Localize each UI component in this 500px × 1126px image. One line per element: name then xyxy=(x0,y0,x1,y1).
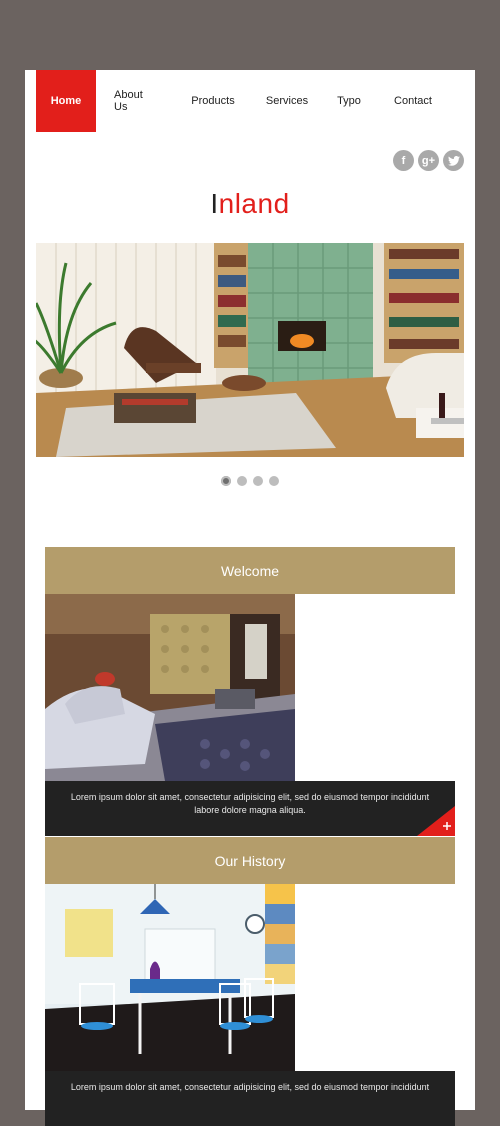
bedroom-photo xyxy=(45,594,295,781)
hero-slider-image xyxy=(36,243,464,457)
site-logo[interactable]: Inland xyxy=(25,188,475,220)
plus-icon[interactable] xyxy=(417,806,455,836)
slider-pagination xyxy=(25,476,475,486)
welcome-caption: Lorem ipsum dolor sit amet, consectetur … xyxy=(45,781,455,836)
slider-dot-3[interactable] xyxy=(253,476,263,486)
section-welcome: Welcome Lorem ipsum dolor sit amet, cons… xyxy=(45,547,455,836)
section-our-history: Our History Lorem ipsum dolor sit amet, … xyxy=(45,837,455,1126)
nav-item-services[interactable]: Services xyxy=(265,70,309,132)
social-links: f g+ xyxy=(393,150,464,171)
section-title: Welcome xyxy=(220,562,280,579)
section-title-bar: Welcome xyxy=(45,547,455,594)
nav-item-about-us[interactable]: About Us xyxy=(114,70,158,132)
slider-dot-1[interactable] xyxy=(221,476,231,486)
dining-room-photo xyxy=(45,884,295,1071)
nav-item-home[interactable]: Home xyxy=(36,70,96,132)
slider-dot-4[interactable] xyxy=(269,476,279,486)
facebook-icon[interactable]: f xyxy=(393,150,414,171)
page-container: Home About Us Products Services Typo Con… xyxy=(25,70,475,1126)
history-caption: Lorem ipsum dolor sit amet, consectetur … xyxy=(45,1071,455,1126)
caption-text: Lorem ipsum dolor sit amet, consectetur … xyxy=(70,792,430,815)
slider-dot-2[interactable] xyxy=(237,476,247,486)
nav-item-products[interactable]: Products xyxy=(191,70,235,132)
logo-first-letter: I xyxy=(210,188,219,219)
history-image xyxy=(45,884,295,1071)
welcome-image xyxy=(45,594,295,781)
nav-item-typo[interactable]: Typo xyxy=(335,70,363,132)
section-title-bar: Our History xyxy=(45,837,455,884)
twitter-icon[interactable] xyxy=(443,150,464,171)
living-room-photo xyxy=(36,243,464,457)
nav-item-contact[interactable]: Contact xyxy=(393,70,433,132)
google-plus-icon[interactable]: g+ xyxy=(418,150,439,171)
section-title: Our History xyxy=(214,852,286,869)
main-nav: Home About Us Products Services Typo Con… xyxy=(36,70,466,132)
caption-text: Lorem ipsum dolor sit amet, consectetur … xyxy=(70,1082,430,1092)
logo-rest: nland xyxy=(218,188,290,219)
